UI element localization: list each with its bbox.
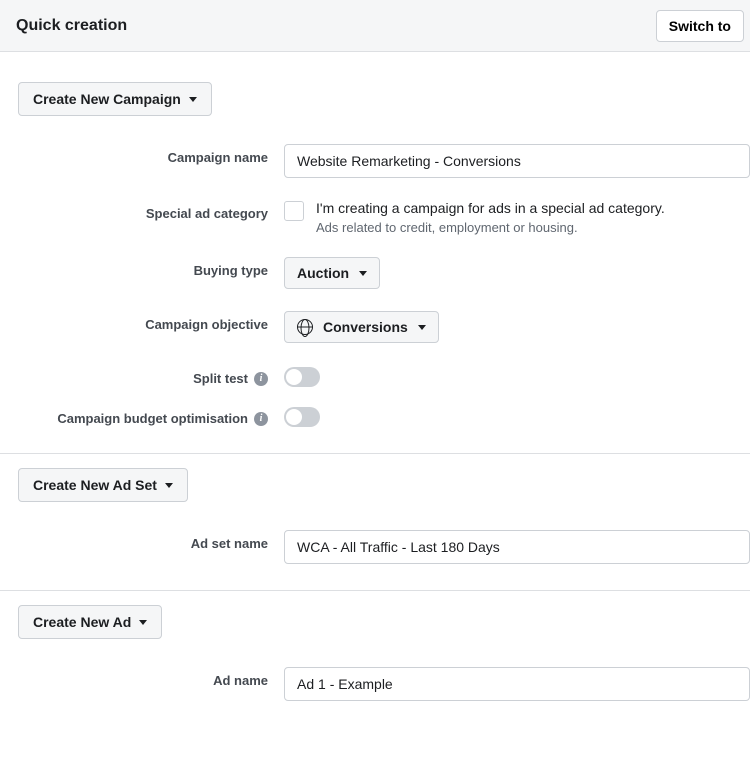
adset-name-row: Ad set name xyxy=(18,530,750,564)
caret-down-icon xyxy=(418,325,426,330)
objective-select[interactable]: Conversions xyxy=(284,311,439,343)
top-bar: Quick creation Switch to xyxy=(0,0,750,52)
campaign-name-label: Campaign name xyxy=(18,144,284,165)
ad-name-input[interactable] xyxy=(284,667,750,701)
create-ad-label: Create New Ad xyxy=(33,614,131,630)
adset-name-input[interactable] xyxy=(284,530,750,564)
objective-row: Campaign objective Conversions xyxy=(18,311,750,343)
adset-name-label: Ad set name xyxy=(18,530,284,551)
campaign-name-row: Campaign name xyxy=(18,144,750,178)
adset-section: Create New Ad Set Ad set name xyxy=(18,454,750,590)
caret-down-icon xyxy=(359,271,367,276)
buying-type-label: Buying type xyxy=(18,257,284,278)
ad-name-label: Ad name xyxy=(18,667,284,688)
budget-opt-row: Campaign budget optimisation i xyxy=(18,405,750,427)
special-ad-text: I'm creating a campaign for ads in a spe… xyxy=(316,200,665,216)
create-adset-dropdown[interactable]: Create New Ad Set xyxy=(18,468,188,502)
ad-name-row: Ad name xyxy=(18,667,750,701)
buying-type-select[interactable]: Auction xyxy=(284,257,380,289)
create-adset-label: Create New Ad Set xyxy=(33,477,157,493)
switch-mode-button[interactable]: Switch to xyxy=(656,10,744,42)
caret-down-icon xyxy=(139,620,147,625)
buying-type-row: Buying type Auction xyxy=(18,257,750,289)
create-campaign-label: Create New Campaign xyxy=(33,91,181,107)
page-title: Quick creation xyxy=(16,17,127,35)
caret-down-icon xyxy=(189,97,197,102)
budget-opt-label: Campaign budget optimisation xyxy=(57,411,248,426)
create-ad-dropdown[interactable]: Create New Ad xyxy=(18,605,162,639)
create-campaign-dropdown[interactable]: Create New Campaign xyxy=(18,82,212,116)
ad-section: Create New Ad Ad name xyxy=(18,591,750,727)
campaign-name-input[interactable] xyxy=(284,144,750,178)
info-icon[interactable]: i xyxy=(254,372,268,386)
globe-icon xyxy=(297,319,313,335)
special-ad-hint: Ads related to credit, employment or hou… xyxy=(316,220,665,235)
split-test-toggle[interactable] xyxy=(284,367,320,387)
campaign-section: Create New Campaign Campaign name Specia… xyxy=(18,68,750,453)
special-ad-row: Special ad category I'm creating a campa… xyxy=(18,200,750,235)
special-ad-checkbox[interactable] xyxy=(284,201,304,221)
caret-down-icon xyxy=(165,483,173,488)
split-test-label: Split test xyxy=(193,371,248,386)
main-content: Create New Campaign Campaign name Specia… xyxy=(0,52,750,727)
special-ad-label: Special ad category xyxy=(18,200,284,221)
objective-label: Campaign objective xyxy=(18,311,284,332)
info-icon[interactable]: i xyxy=(254,412,268,426)
objective-value: Conversions xyxy=(323,319,408,335)
split-test-row: Split test i xyxy=(18,365,750,387)
budget-opt-toggle[interactable] xyxy=(284,407,320,427)
buying-type-value: Auction xyxy=(297,265,349,281)
